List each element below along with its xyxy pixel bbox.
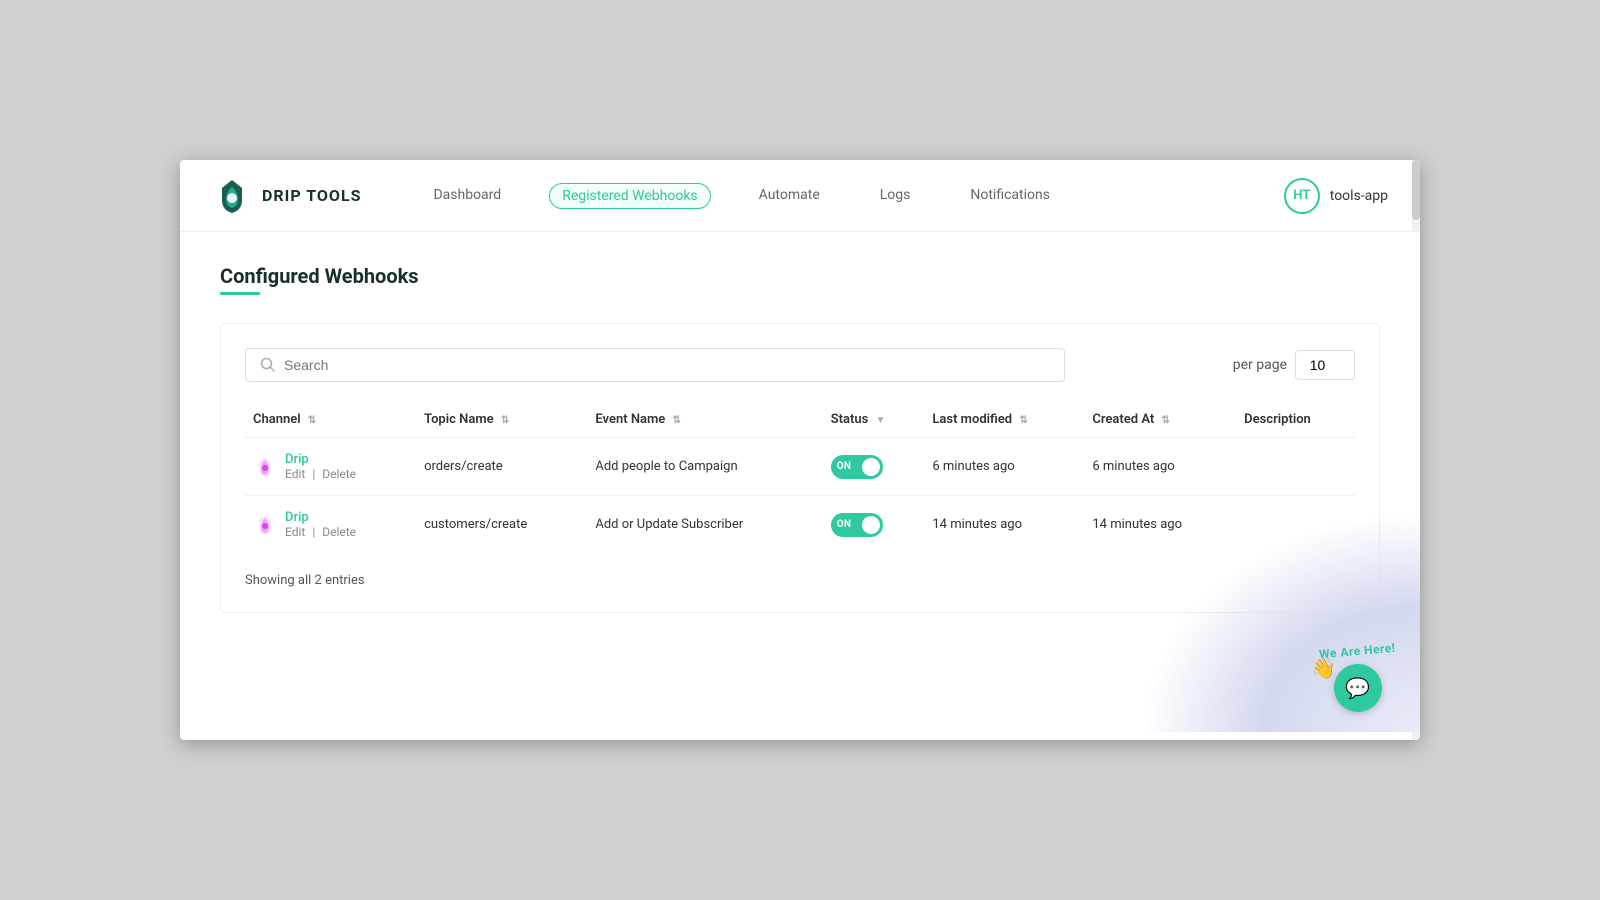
edit-link[interactable]: Edit bbox=[285, 525, 305, 539]
col-topic: Topic Name ⇅ bbox=[416, 402, 587, 438]
per-page-label: per page bbox=[1233, 357, 1287, 373]
showing-text: Showing all 2 entries bbox=[245, 573, 1355, 588]
col-event: Event Name ⇅ bbox=[587, 402, 822, 438]
cell-channel-1: Drip Edit | Delete bbox=[245, 496, 416, 554]
chat-widget: We Are Here! 👋 💬 bbox=[1319, 644, 1396, 712]
user-area: HT tools-app bbox=[1284, 178, 1388, 214]
nav-dashboard[interactable]: Dashboard bbox=[421, 183, 513, 209]
toggle-label: ON bbox=[837, 519, 852, 530]
navbar: DRIP TOOLS Dashboard Registered Webhooks… bbox=[180, 160, 1420, 232]
nav-notifications[interactable]: Notifications bbox=[958, 183, 1062, 209]
webhooks-table: Channel ⇅ Topic Name ⇅ Event Name ⇅ Stat… bbox=[245, 402, 1355, 553]
user-name: tools-app bbox=[1330, 188, 1388, 204]
cell-created-0: 6 minutes ago bbox=[1084, 438, 1236, 496]
table-row: Drip Edit | Delete customers/create Add … bbox=[245, 496, 1355, 554]
cell-event-1: Add or Update Subscriber bbox=[587, 496, 822, 554]
toggle-knob bbox=[862, 516, 880, 534]
status-toggle-1[interactable]: ON bbox=[831, 513, 883, 537]
search-box[interactable] bbox=[245, 348, 1065, 382]
sort-channel-icon[interactable]: ⇅ bbox=[308, 415, 316, 426]
cell-modified-1: 14 minutes ago bbox=[924, 496, 1084, 554]
nav-automate[interactable]: Automate bbox=[747, 183, 832, 209]
channel-actions: Edit | Delete bbox=[285, 467, 356, 481]
sort-modified-icon[interactable]: ⇅ bbox=[1019, 415, 1027, 426]
sort-event-icon[interactable]: ⇅ bbox=[673, 415, 681, 426]
col-created-at: Created At ⇅ bbox=[1084, 402, 1236, 438]
search-icon bbox=[260, 357, 276, 373]
cell-status-0: ON bbox=[823, 438, 925, 496]
table-toolbar: per page bbox=[245, 348, 1355, 382]
channel-name: Drip bbox=[285, 452, 356, 467]
sort-created-icon[interactable]: ⇅ bbox=[1162, 415, 1170, 426]
chat-button[interactable]: 💬 bbox=[1334, 664, 1382, 712]
action-sep: | bbox=[312, 467, 315, 481]
toggle-knob bbox=[862, 458, 880, 476]
scrollbar-thumb[interactable] bbox=[1412, 160, 1420, 220]
cell-created-1: 14 minutes ago bbox=[1084, 496, 1236, 554]
cell-topic-0: orders/create bbox=[416, 438, 587, 496]
wave-emoji: 👋 bbox=[1311, 656, 1336, 680]
channel-name: Drip bbox=[285, 510, 356, 525]
col-description: Description bbox=[1236, 402, 1355, 438]
logo-text: DRIP TOOLS bbox=[262, 186, 361, 205]
cell-modified-0: 6 minutes ago bbox=[924, 438, 1084, 496]
chat-icon: 💬 bbox=[1345, 676, 1370, 700]
cell-status-1: ON bbox=[823, 496, 925, 554]
delete-link[interactable]: Delete bbox=[322, 467, 356, 481]
main-content: Configured Webhooks per page bbox=[180, 232, 1420, 732]
sort-status-icon[interactable]: ▼ bbox=[876, 415, 886, 426]
cell-description-1 bbox=[1236, 496, 1355, 554]
action-sep: | bbox=[312, 525, 315, 539]
logo-icon bbox=[212, 176, 252, 216]
edit-link[interactable]: Edit bbox=[285, 467, 305, 481]
per-page-input[interactable] bbox=[1295, 350, 1355, 380]
cell-channel-0: Drip Edit | Delete bbox=[245, 438, 416, 496]
cell-description-0 bbox=[1236, 438, 1355, 496]
drip-logo-icon bbox=[253, 455, 277, 479]
col-channel: Channel ⇅ bbox=[245, 402, 416, 438]
search-input[interactable] bbox=[284, 357, 1050, 373]
cell-event-0: Add people to Campaign bbox=[587, 438, 822, 496]
nav-registered-webhooks[interactable]: Registered Webhooks bbox=[549, 183, 710, 209]
page-title: Configured Webhooks bbox=[220, 264, 1380, 288]
per-page-area: per page bbox=[1233, 350, 1355, 380]
col-status: Status ▼ bbox=[823, 402, 925, 438]
table-row: Drip Edit | Delete orders/create Add peo… bbox=[245, 438, 1355, 496]
col-last-modified: Last modified ⇅ bbox=[924, 402, 1084, 438]
toggle-label: ON bbox=[837, 461, 852, 472]
delete-link[interactable]: Delete bbox=[322, 525, 356, 539]
drip-logo-icon bbox=[253, 513, 277, 537]
nav-links: Dashboard Registered Webhooks Automate L… bbox=[421, 183, 1283, 209]
logo-area[interactable]: DRIP TOOLS bbox=[212, 176, 361, 216]
nav-logs[interactable]: Logs bbox=[868, 183, 923, 209]
cell-topic-1: customers/create bbox=[416, 496, 587, 554]
sort-topic-icon[interactable]: ⇅ bbox=[501, 415, 509, 426]
user-avatar[interactable]: HT bbox=[1284, 178, 1320, 214]
status-toggle-0[interactable]: ON bbox=[831, 455, 883, 479]
channel-actions: Edit | Delete bbox=[285, 525, 356, 539]
table-container: per page Channel ⇅ Topic Name ⇅ bbox=[220, 323, 1380, 613]
title-underline bbox=[220, 292, 260, 295]
